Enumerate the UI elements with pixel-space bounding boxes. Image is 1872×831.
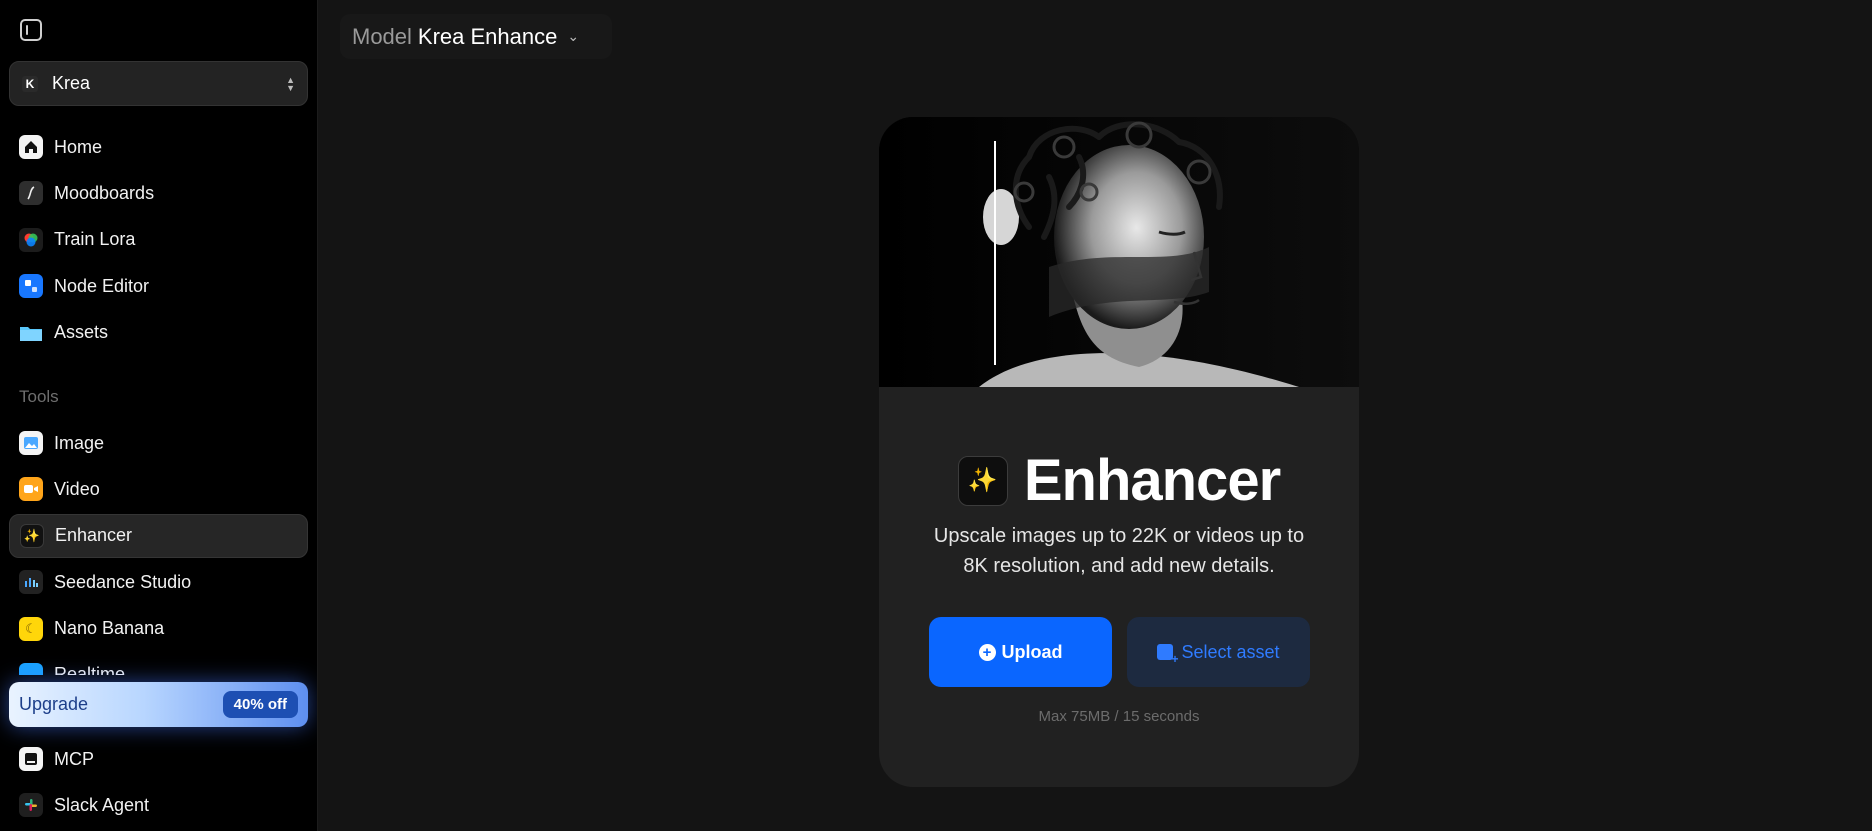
- moodboard-icon: [19, 181, 43, 206]
- sidebar-item-label: Train Lora: [54, 229, 136, 250]
- title-row: ✨ Enhancer: [879, 447, 1359, 514]
- sidebar-item-assets[interactable]: Assets: [9, 311, 308, 355]
- magic-wand-icon: ✨: [20, 523, 44, 548]
- app-root: K Krea ▲ ▼ Home Moodboards Train Lora No…: [0, 0, 1872, 831]
- sidebar-item-nano-banana[interactable]: ☾ Nano Banana: [9, 607, 308, 651]
- train-lora-icon: [19, 227, 43, 252]
- portrait-illustration: [879, 117, 1359, 387]
- sidebar-item-label: MCP: [54, 748, 94, 769]
- chevron-down-icon: ⌄: [567, 28, 580, 44]
- sidebar-item-video[interactable]: Video: [9, 467, 308, 511]
- sidebar-item-label: Video: [54, 478, 100, 499]
- sidebar-item-slack-agent[interactable]: Slack Agent: [9, 783, 308, 827]
- chevron-up-down-icon: ▲ ▼: [286, 74, 295, 93]
- slack-icon: [19, 793, 43, 818]
- sidebar-item-label: Realtime: [54, 664, 126, 675]
- sidebar-item-home[interactable]: Home: [9, 125, 308, 169]
- folder-icon: [19, 321, 43, 345]
- home-icon: [19, 135, 43, 159]
- sidebar-item-train-lora[interactable]: Train Lora: [9, 218, 308, 262]
- enhancer-card: ✨ Enhancer Upscale images up to 22K or v…: [879, 117, 1359, 787]
- sidebar-item-image[interactable]: Image: [9, 421, 308, 465]
- tools-section-label: Tools: [19, 387, 59, 406]
- tools-nav: Image Video ✨ Enhancer Seedance Studio ☾…: [9, 421, 308, 675]
- image-icon: [19, 431, 43, 455]
- sidebar-item-label: Image: [54, 432, 105, 453]
- sidebar-item-seedance-studio[interactable]: Seedance Studio: [9, 560, 308, 604]
- banana-icon: ☾: [19, 616, 43, 641]
- upload-button-label: Upload: [1001, 641, 1063, 662]
- discount-badge: 40% off: [222, 691, 298, 718]
- sidebar-item-label: Seedance Studio: [54, 571, 192, 592]
- krea-logo-icon: K: [22, 75, 38, 92]
- magic-wand-icon: ✨: [957, 455, 1008, 506]
- bottom-nav: MCP Slack Agent: [9, 737, 308, 830]
- sidebar-item-node-editor[interactable]: Node Editor: [9, 264, 308, 308]
- realtime-icon: [19, 662, 43, 675]
- page-subtitle: Upscale images up to 22K or videos up to…: [933, 525, 1305, 577]
- workspace-switcher[interactable]: K Krea ▲ ▼: [9, 61, 308, 106]
- upload-limits-text: Max 75MB / 15 seconds: [1038, 708, 1200, 725]
- workspace-name: Krea: [52, 73, 91, 93]
- sidebar-item-label: Enhancer: [55, 525, 133, 546]
- compare-slider-handle[interactable]: [994, 141, 996, 365]
- model-name: Krea Enhance: [417, 23, 558, 49]
- model-prefix: Model: [352, 23, 412, 49]
- sidebar-item-mcp[interactable]: MCP: [9, 737, 308, 781]
- model-selector[interactable]: Model Krea Enhance ⌄: [340, 14, 612, 59]
- sidebar-item-label: Home: [54, 136, 103, 157]
- video-icon: [19, 477, 43, 502]
- enhancer-preview-image: [879, 117, 1359, 387]
- sidebar-item-label: Assets: [54, 322, 109, 343]
- seedance-icon: [19, 570, 43, 595]
- mcp-icon: [19, 747, 43, 771]
- select-asset-button[interactable]: Select asset: [1127, 617, 1310, 687]
- sidebar-item-realtime[interactable]: Realtime: [9, 653, 308, 675]
- sidebar-item-label: Moodboards: [54, 182, 155, 203]
- upload-button[interactable]: + Upload: [929, 617, 1112, 687]
- main-nav: Home Moodboards Train Lora Node Editor A…: [9, 125, 308, 357]
- sidebar-item-label: Nano Banana: [54, 618, 165, 639]
- select-asset-button-label: Select asset: [1181, 641, 1280, 662]
- upgrade-button[interactable]: Upgrade 40% off: [9, 682, 308, 727]
- plus-circle-icon: +: [978, 643, 996, 661]
- sidebar: K Krea ▲ ▼ Home Moodboards Train Lora No…: [0, 0, 318, 831]
- page-title: Enhancer: [1023, 448, 1281, 513]
- sidebar-item-label: Node Editor: [54, 275, 150, 296]
- sidebar-item-label: Slack Agent: [54, 794, 150, 815]
- upgrade-label: Upgrade: [19, 694, 89, 714]
- sidebar-item-moodboards[interactable]: Moodboards: [9, 171, 308, 215]
- node-editor-icon: [19, 274, 43, 299]
- add-image-icon: [1157, 644, 1178, 666]
- sidebar-item-enhancer[interactable]: ✨ Enhancer: [9, 513, 308, 558]
- sidebar-toggle-icon[interactable]: [20, 19, 42, 41]
